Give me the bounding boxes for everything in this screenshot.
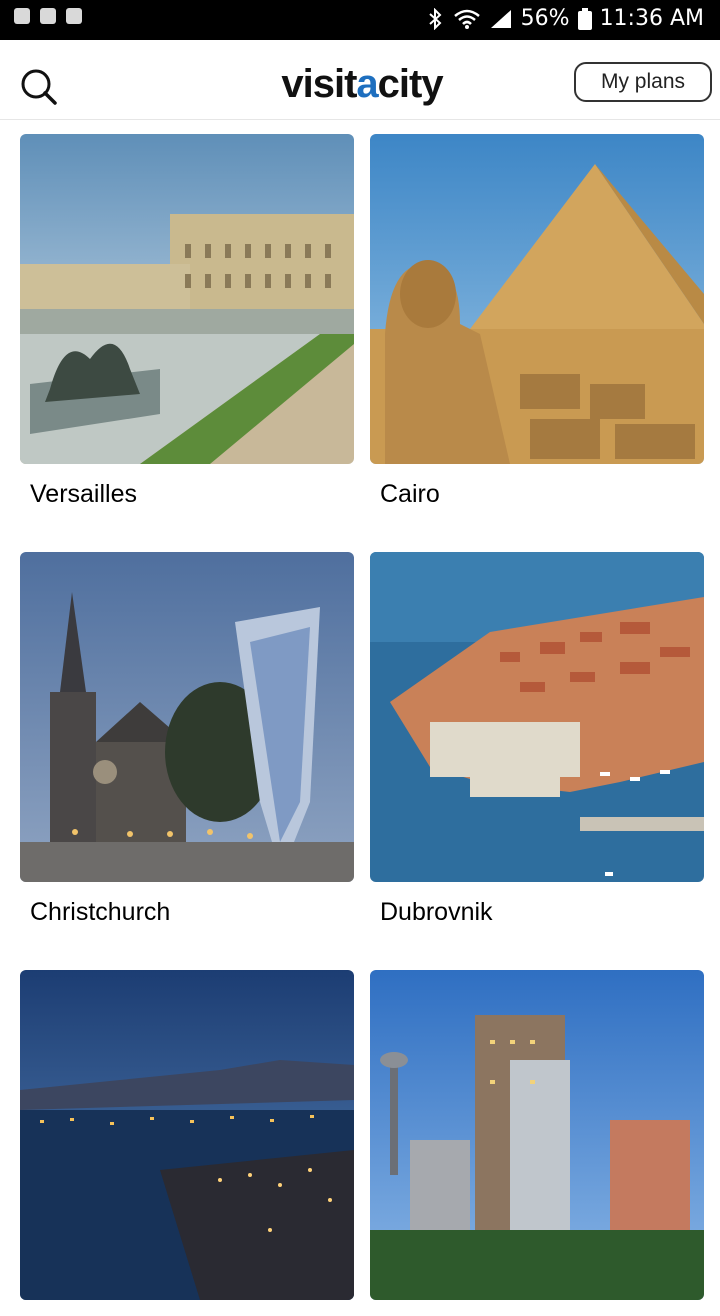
notification-icon xyxy=(66,8,82,24)
destination-card-5[interactable] xyxy=(20,970,354,1316)
search-icon xyxy=(21,69,57,105)
destination-image-christchurch xyxy=(20,552,354,882)
bluetooth-icon xyxy=(425,7,445,30)
destination-name: Christchurch xyxy=(30,898,171,926)
clock: 11:36 AM xyxy=(599,6,704,31)
destination-card-dubrovnik[interactable]: Dubrovnik xyxy=(370,552,704,927)
battery-percent: 56% xyxy=(520,6,570,31)
destination-card-christchurch[interactable]: Christchurch xyxy=(20,552,354,927)
destination-image-5 xyxy=(20,970,354,1300)
my-plans-button[interactable]: My plans xyxy=(574,62,712,102)
destination-name: Versailles xyxy=(30,480,137,508)
destination-card-cairo[interactable]: Cairo xyxy=(370,134,704,509)
destination-image-cairo xyxy=(370,134,704,464)
notification-icon xyxy=(40,8,56,24)
destination-card-versailles[interactable]: Versailles xyxy=(20,134,354,509)
destination-image-dubrovnik xyxy=(370,552,704,882)
destination-card-6[interactable] xyxy=(370,970,704,1316)
visitacity-logo: visit a city xyxy=(270,60,454,108)
wifi-icon xyxy=(453,8,481,30)
signal-icon xyxy=(489,8,513,30)
destination-image-versailles xyxy=(20,134,354,464)
notification-icons xyxy=(14,8,82,24)
logo-text: visit xyxy=(281,61,357,106)
logo-text: city xyxy=(377,61,444,106)
status-bar: 56% 11:36 AM xyxy=(0,0,720,40)
notification-icon xyxy=(14,8,30,24)
destination-name: Cairo xyxy=(380,480,440,508)
destination-image-6 xyxy=(370,970,704,1300)
logo-text-accent: a xyxy=(356,61,378,106)
destination-name: Dubrovnik xyxy=(380,898,493,926)
app-header: visit a city My plans xyxy=(0,40,720,120)
battery-icon xyxy=(577,7,592,30)
search-button[interactable] xyxy=(16,64,60,108)
